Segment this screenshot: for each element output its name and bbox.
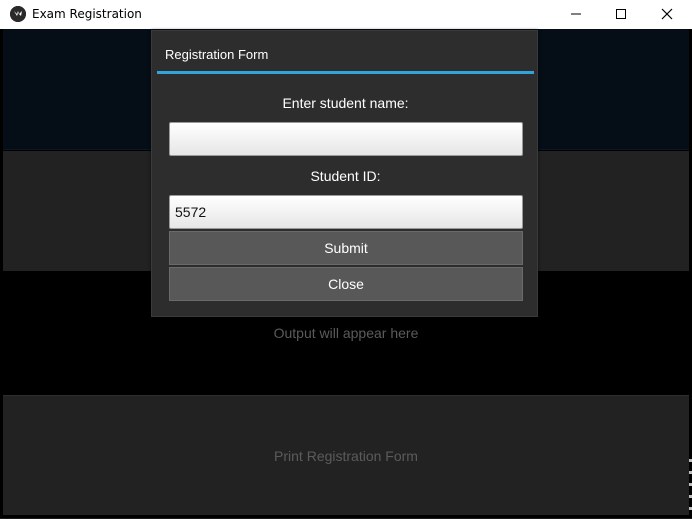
print-registration-label: Print Registration Form [274,447,418,464]
close-icon [661,5,673,24]
student-id-input[interactable] [169,195,523,229]
app-window: Exam Registration Output will appear her… [0,0,692,519]
output-text: Output will appear here [273,324,419,341]
title-bar[interactable]: Exam Registration [0,0,692,29]
window-title: Exam Registration [32,7,142,21]
popup-title: Registration Form [165,47,269,62]
minimize-icon [570,5,582,24]
student-name-label: Enter student name: [282,95,409,111]
student-id-label: Student ID: [310,168,381,184]
student-name-input[interactable] [169,122,523,156]
kivy-icon [10,6,26,22]
close-popup-button[interactable]: Close [169,267,523,301]
maximize-icon [615,5,627,24]
minimize-button[interactable] [553,0,599,29]
submit-button[interactable]: Submit [169,231,523,265]
print-registration-button[interactable]: Print Registration Form [3,395,689,515]
registration-popup: Registration Form Enter student name: St… [151,30,538,317]
popup-title-separator [157,71,534,74]
maximize-button[interactable] [598,0,644,29]
close-window-button[interactable] [644,0,690,29]
